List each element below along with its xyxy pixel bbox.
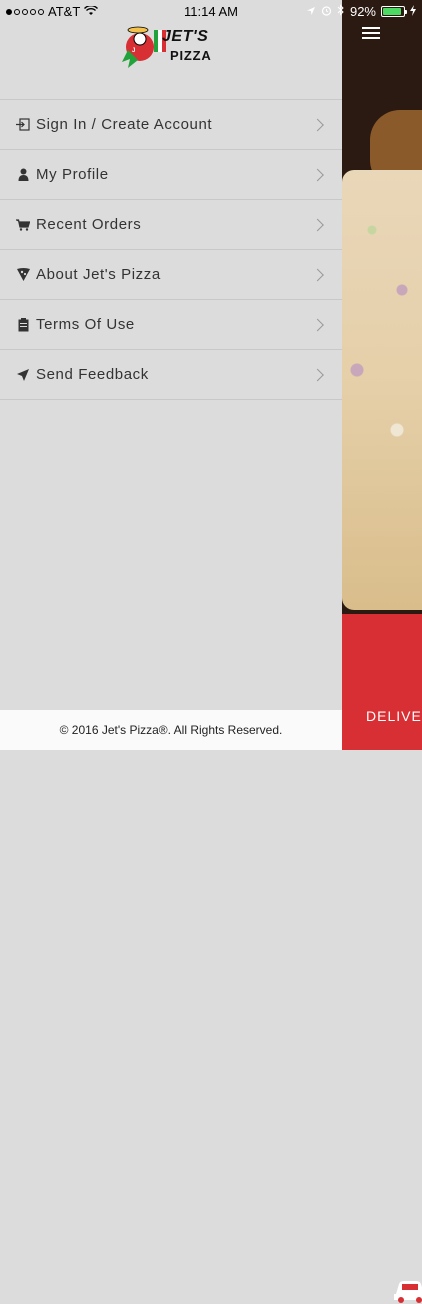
cart-icon <box>16 218 30 232</box>
sign-in-icon <box>16 118 30 132</box>
menu-item-recent-orders[interactable]: Recent Orders <box>0 200 342 250</box>
menu-label-recent-orders: Recent Orders <box>36 216 142 233</box>
side-drawer: J JET'S PIZZA Sign In / Create Account M… <box>0 0 342 750</box>
pizza-image <box>342 170 422 610</box>
menu-label-feedback: Send Feedback <box>36 366 149 383</box>
footer: © 2016 Jet's Pizza®. All Rights Reserved… <box>0 710 342 750</box>
menu-label-about: About Jet's Pizza <box>36 266 161 283</box>
chevron-right-icon <box>311 268 324 281</box>
chevron-right-icon <box>311 118 324 131</box>
menu-item-terms[interactable]: Terms Of Use <box>0 300 342 350</box>
bluetooth-icon <box>337 4 345 19</box>
battery-icon <box>381 6 407 17</box>
charging-icon <box>410 4 416 19</box>
car-icon <box>394 1281 422 1303</box>
logo-text-jets: JET'S <box>162 28 209 45</box>
status-right: 92% <box>306 4 416 19</box>
menu-item-sign-in[interactable]: Sign In / Create Account <box>0 100 342 150</box>
chevron-right-icon <box>311 368 324 381</box>
menu-item-my-profile[interactable]: My Profile <box>0 150 342 200</box>
logo-text-pizza: PIZZA <box>170 48 212 63</box>
delivery-button[interactable] <box>342 614 422 1303</box>
chevron-right-icon <box>311 218 324 231</box>
menu-label-terms: Terms Of Use <box>36 316 135 333</box>
menu-item-about[interactable]: About Jet's Pizza <box>0 250 342 300</box>
person-icon <box>16 168 30 182</box>
alarm-icon <box>321 4 332 19</box>
menu-item-feedback[interactable]: Send Feedback <box>0 350 342 400</box>
chevron-right-icon <box>311 168 324 181</box>
drawer-menu: Sign In / Create Account My Profile Rece… <box>0 99 342 400</box>
location-arrow-icon <box>306 4 316 19</box>
menu-label-my-profile: My Profile <box>36 166 109 183</box>
status-bar: AT&T 11:14 AM 92% <box>0 0 422 24</box>
pizza-icon <box>16 268 30 282</box>
clipboard-icon <box>16 317 30 332</box>
jets-pizza-logo[interactable]: J JET'S PIZZA <box>118 22 228 72</box>
copyright-text: © 2016 Jet's Pizza®. All Rights Reserved… <box>59 723 283 737</box>
hamburger-menu-icon[interactable] <box>362 27 380 41</box>
chevron-right-icon <box>311 318 324 331</box>
menu-label-sign-in: Sign In / Create Account <box>36 116 213 133</box>
send-icon <box>16 368 30 382</box>
delivery-label[interactable]: DELIVE <box>366 708 422 724</box>
battery-percent: 92% <box>349 4 376 19</box>
svg-text:J: J <box>132 48 135 54</box>
